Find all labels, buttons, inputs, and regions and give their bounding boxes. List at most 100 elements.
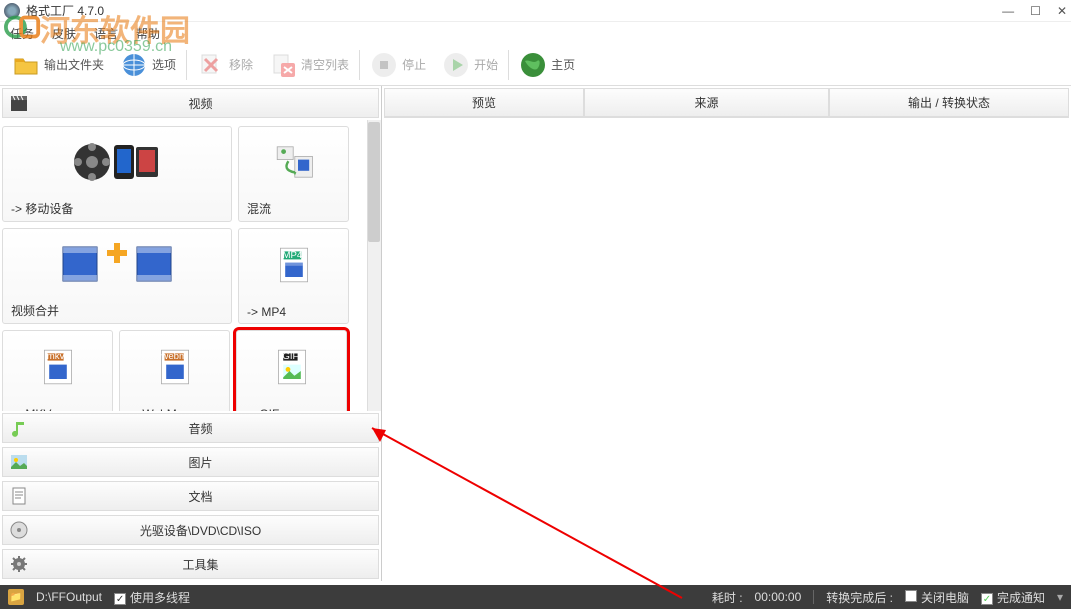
- main-area: 视频 -> 移动设备: [0, 86, 1071, 581]
- remove-label: 移除: [229, 56, 253, 73]
- tile-mkv[interactable]: mkv -> MKV: [2, 330, 113, 411]
- category-video-label: 视频: [29, 95, 372, 112]
- home-globe-icon: [519, 51, 547, 79]
- svg-text:webm: webm: [160, 351, 187, 362]
- output-folder-button[interactable]: 输出文件夹: [6, 49, 110, 81]
- category-audio-label: 音频: [29, 420, 372, 437]
- stop-label: 停止: [402, 56, 426, 73]
- webm-icon: webm: [155, 347, 195, 387]
- category-picture[interactable]: 图片: [2, 447, 379, 477]
- home-label: 主页: [551, 56, 575, 73]
- list-columns-header: 预览 来源 输出 / 转换状态: [384, 88, 1069, 118]
- start-button[interactable]: 开始: [436, 49, 504, 81]
- tile-merge-label: 视频合并: [3, 298, 231, 323]
- gear-icon: [9, 554, 29, 574]
- shutdown-checkbox[interactable]: 关闭电脑: [905, 589, 969, 606]
- options-label: 选项: [152, 56, 176, 73]
- options-button[interactable]: 选项: [114, 49, 182, 81]
- category-video-header[interactable]: 视频: [2, 88, 379, 118]
- elapsed-label: 耗时 :: [712, 589, 743, 606]
- remove-icon: [197, 51, 225, 79]
- category-drive[interactable]: 光驱设备\DVD\CD\ISO: [2, 515, 379, 545]
- clapper-icon: [9, 93, 29, 113]
- tile-mobile-device[interactable]: -> 移动设备: [2, 126, 232, 222]
- folder-icon: [12, 51, 40, 79]
- picture-icon: [9, 452, 29, 472]
- multithread-checkbox[interactable]: ✓使用多线程: [114, 589, 190, 606]
- toolbar: 输出文件夹 选项 移除 清空列表 停止 开始 主页: [0, 44, 1071, 86]
- category-audio[interactable]: 音频: [2, 413, 379, 443]
- dropdown-icon[interactable]: ▾: [1057, 590, 1063, 604]
- globe-icon: [120, 51, 148, 79]
- file-list-body: [382, 118, 1071, 581]
- music-icon: [9, 418, 29, 438]
- output-path: D:\FFOutput: [36, 590, 102, 604]
- stop-button[interactable]: 停止: [364, 49, 432, 81]
- stop-icon: [370, 51, 398, 79]
- tile-mp4-label: -> MP4: [239, 301, 348, 323]
- disc-icon: [9, 520, 29, 540]
- separator: [359, 50, 360, 80]
- separator: [508, 50, 509, 80]
- play-icon: [442, 51, 470, 79]
- menu-bar: 任务 皮肤 语言 帮助: [0, 22, 1071, 44]
- mix-icon: [274, 142, 314, 182]
- minimize-button[interactable]: —: [1002, 4, 1014, 18]
- output-folder-label: 输出文件夹: [44, 56, 104, 73]
- tile-gif[interactable]: GIF -> GIF: [236, 330, 347, 411]
- app-icon: [4, 3, 20, 19]
- svg-text:MP4: MP4: [282, 250, 302, 261]
- merge-icon: [57, 239, 177, 289]
- column-output[interactable]: 输出 / 转换状态: [829, 88, 1069, 117]
- elapsed-value: 00:00:00: [755, 590, 802, 604]
- tile-webm-label: -> WebM: [120, 403, 229, 411]
- document-icon: [9, 486, 29, 506]
- home-button[interactable]: 主页: [513, 49, 581, 81]
- start-label: 开始: [474, 56, 498, 73]
- folder-status-icon[interactable]: 📁: [8, 589, 24, 605]
- maximize-button[interactable]: ☐: [1030, 4, 1041, 18]
- tile-mix[interactable]: 混流: [238, 126, 349, 222]
- film-reel-icon: [72, 137, 162, 187]
- mp4-icon: MP4: [274, 245, 314, 285]
- menu-task[interactable]: 任务: [10, 25, 34, 42]
- tile-mkv-label: -> MKV: [3, 403, 112, 411]
- menu-skin[interactable]: 皮肤: [52, 25, 76, 42]
- video-tiles-area: -> 移动设备 混流: [0, 120, 381, 411]
- separator: [186, 50, 187, 80]
- gif-icon: GIF: [272, 347, 312, 387]
- title-bar: 格式工厂 4.7.0 — ☐ ✕: [0, 0, 1071, 22]
- tile-video-merge[interactable]: 视频合并: [2, 228, 232, 324]
- annotation-arrow: [352, 408, 702, 608]
- notify-checkbox[interactable]: ✓完成通知: [981, 589, 1045, 606]
- tile-webm[interactable]: webm -> WebM: [119, 330, 230, 411]
- svg-text:mkv: mkv: [46, 351, 64, 362]
- status-bar: 📁 D:\FFOutput ✓使用多线程 耗时 : 00:00:00 转换完成后…: [0, 585, 1071, 609]
- separator: [813, 590, 814, 604]
- clear-icon: [269, 51, 297, 79]
- column-preview[interactable]: 预览: [384, 88, 584, 117]
- after-convert-label: 转换完成后 :: [826, 589, 893, 606]
- category-drive-label: 光驱设备\DVD\CD\ISO: [29, 522, 372, 539]
- tile-mp4[interactable]: MP4 -> MP4: [238, 228, 349, 324]
- clear-label: 清空列表: [301, 56, 349, 73]
- clear-list-button[interactable]: 清空列表: [263, 49, 355, 81]
- left-panel: 视频 -> 移动设备: [0, 86, 382, 581]
- tile-mix-label: 混流: [239, 196, 348, 221]
- category-tools[interactable]: 工具集: [2, 549, 379, 579]
- tile-mobile-label: -> 移动设备: [3, 196, 231, 221]
- category-document-label: 文档: [29, 488, 372, 505]
- close-button[interactable]: ✕: [1057, 4, 1067, 18]
- category-tools-label: 工具集: [29, 556, 372, 573]
- remove-button[interactable]: 移除: [191, 49, 259, 81]
- category-document[interactable]: 文档: [2, 481, 379, 511]
- scrollbar-thumb[interactable]: [368, 122, 380, 242]
- mkv-icon: mkv: [38, 347, 78, 387]
- tile-gif-label: -> GIF: [237, 403, 346, 411]
- scrollbar[interactable]: [367, 120, 381, 411]
- column-source[interactable]: 来源: [584, 88, 829, 117]
- svg-text:GIF: GIF: [282, 351, 298, 362]
- menu-language[interactable]: 语言: [94, 25, 118, 42]
- menu-help[interactable]: 帮助: [136, 25, 160, 42]
- window-controls: — ☐ ✕: [1002, 4, 1067, 18]
